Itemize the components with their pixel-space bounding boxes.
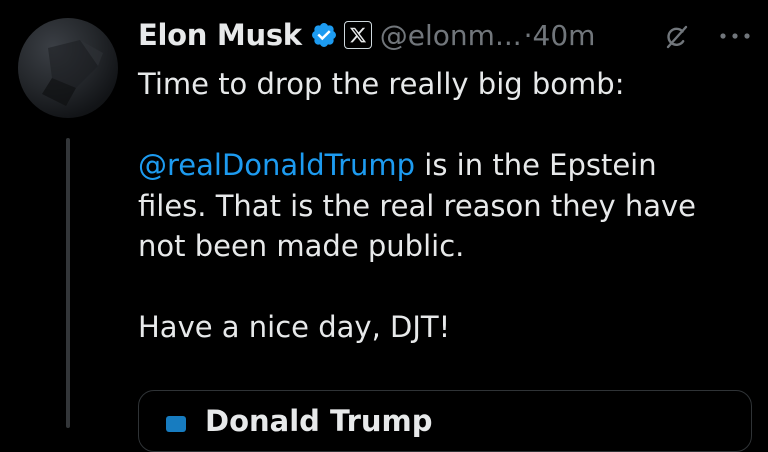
tweet-text-line-2-rest: is in the Epstein	[415, 148, 657, 182]
author-name[interactable]: Elon Musk	[138, 18, 302, 52]
tweet-header: Elon Musk @elonm... · 40m	[138, 14, 595, 56]
quote-card-text: Donald Trump	[205, 404, 433, 438]
timestamp[interactable]: 40m	[533, 19, 596, 52]
avatar-image	[42, 40, 103, 106]
quote-card-icon	[166, 416, 186, 432]
thread-line	[66, 138, 70, 428]
tweet[interactable]: Elon Musk @elonm... · 40m Time to drop t…	[0, 0, 768, 452]
tweet-text-spacer	[138, 105, 738, 146]
avatar[interactable]	[18, 18, 118, 118]
tweet-text-line-3: files. That is the real reason they have	[138, 188, 697, 223]
verified-badge-icon[interactable]	[310, 21, 338, 49]
quoted-tweet-card[interactable]: Donald Trump	[138, 390, 752, 452]
tweet-text-line-4: not been made public.	[138, 229, 465, 263]
tweet-text-line-1: Time to drop the really big bomb:	[138, 67, 625, 101]
author-handle[interactable]: @elonm...	[380, 19, 522, 52]
grok-icon[interactable]	[663, 24, 689, 50]
tweet-text: Time to drop the really big bomb: @realD…	[138, 64, 738, 348]
tweet-text-line-2: @realDonaldTrump is in the Epstein	[138, 145, 738, 186]
mention-link[interactable]: @realDonaldTrump	[138, 148, 415, 182]
more-icon[interactable]	[718, 26, 752, 46]
x-logo-glyph	[349, 27, 366, 43]
separator-dot: ·	[523, 18, 533, 52]
x-logo-icon[interactable]	[343, 21, 372, 49]
tweet-text-spacer-2	[138, 267, 738, 308]
tweet-text-line-5: Have a nice day, DJT!	[138, 310, 451, 344]
